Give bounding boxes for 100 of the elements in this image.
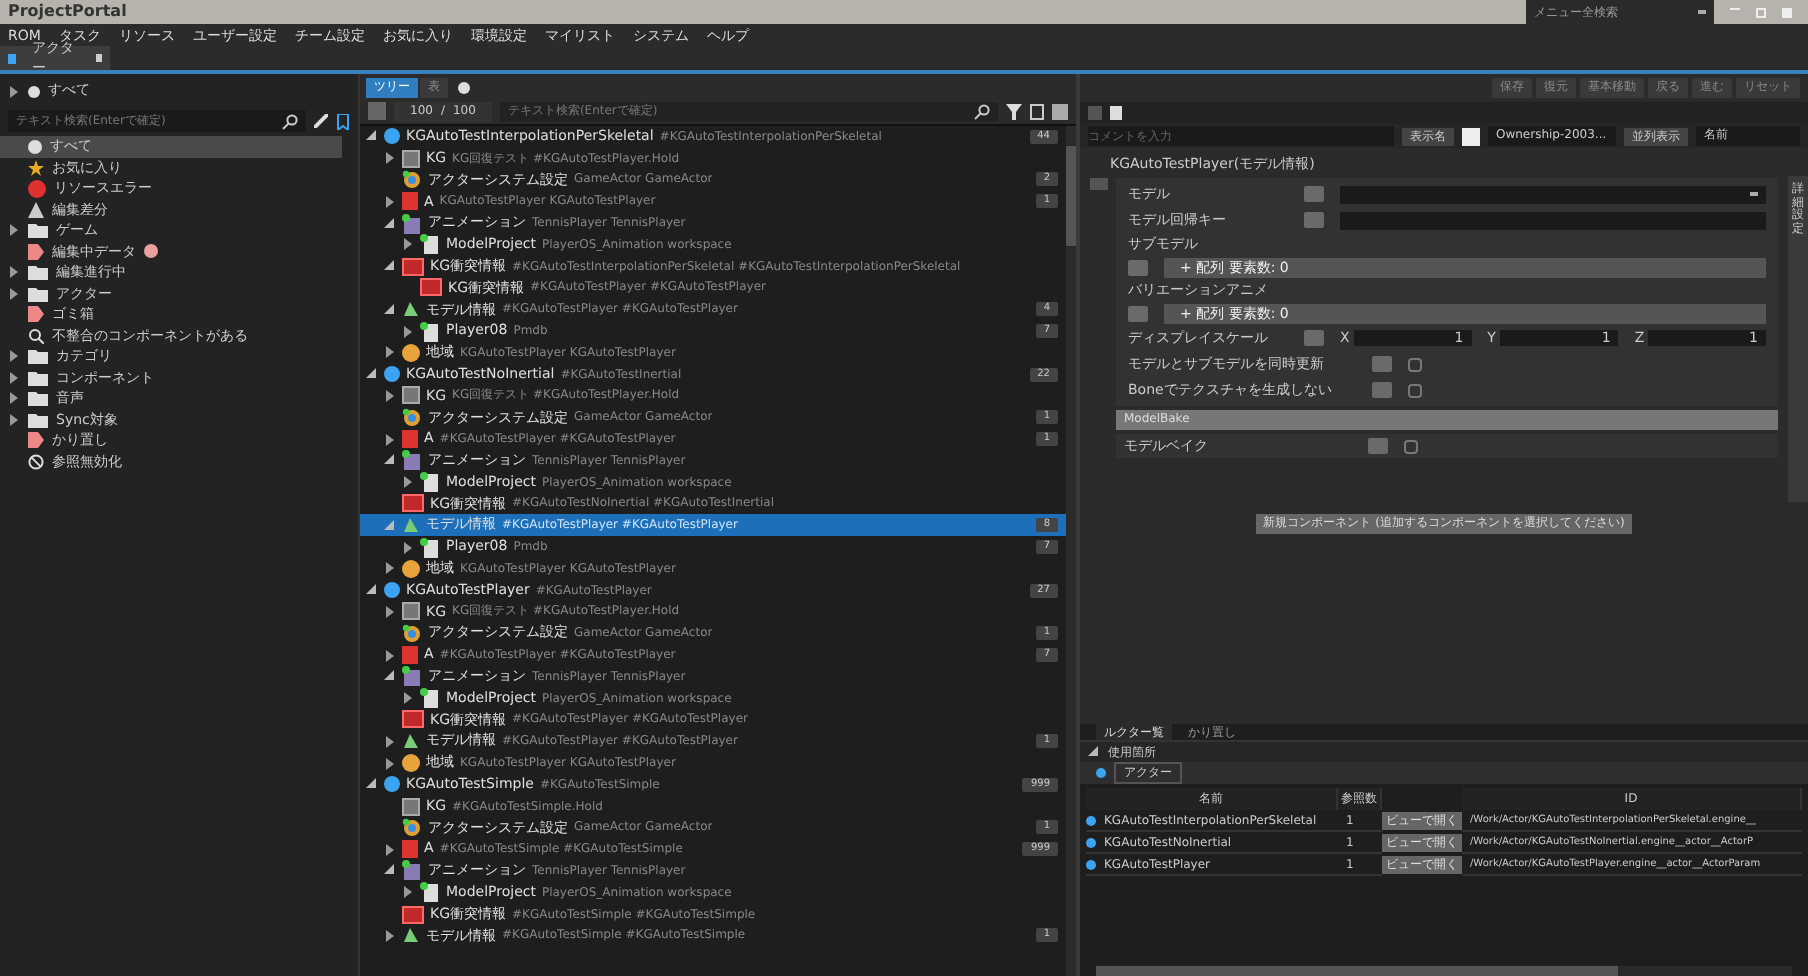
square-icon xyxy=(402,192,418,211)
animation-icon xyxy=(402,666,422,687)
collision-icon xyxy=(402,494,424,513)
collapsed-arrow-icon[interactable] xyxy=(384,929,396,942)
collapsed-arrow-icon[interactable] xyxy=(402,325,414,338)
collapsed-arrow-icon[interactable] xyxy=(8,266,20,279)
collapsed-arrow-icon[interactable] xyxy=(8,392,20,405)
document-icon xyxy=(420,537,440,558)
collapsed-arrow-icon[interactable] xyxy=(8,287,20,300)
document-icon xyxy=(420,321,440,342)
square-icon xyxy=(402,430,418,449)
animation-icon xyxy=(402,213,422,234)
gear-icon xyxy=(402,817,422,838)
collapsed-arrow-icon[interactable] xyxy=(384,195,396,208)
square-icon xyxy=(402,840,418,859)
expanded-arrow-icon[interactable] xyxy=(366,778,378,791)
folder-icon xyxy=(28,222,48,239)
expanded-arrow-icon[interactable] xyxy=(384,303,396,316)
override-toggle[interactable] xyxy=(1304,330,1324,346)
graph-icon xyxy=(402,797,420,816)
collapsed-arrow-icon[interactable] xyxy=(384,605,396,618)
model-icon xyxy=(402,516,420,535)
collapsed-arrow-icon[interactable] xyxy=(8,350,20,363)
filter-icon[interactable] xyxy=(1006,103,1022,119)
document-icon xyxy=(420,472,440,493)
document-icon xyxy=(420,234,440,255)
graph-icon xyxy=(402,386,420,405)
collapsed-arrow-icon[interactable] xyxy=(384,152,396,165)
collapsed-arrow-icon[interactable] xyxy=(384,649,396,662)
model-icon xyxy=(402,300,420,319)
window-title: ProjectPortal xyxy=(6,0,127,24)
collapsed-arrow-icon[interactable] xyxy=(402,886,414,899)
square-icon xyxy=(402,646,418,665)
override-toggle[interactable] xyxy=(1368,438,1388,454)
search-icon xyxy=(28,327,44,344)
graph-icon xyxy=(402,602,420,621)
collapsed-arrow-icon[interactable] xyxy=(8,224,20,237)
collapsed-arrow-icon[interactable] xyxy=(8,413,20,426)
triangle-icon xyxy=(28,201,44,218)
globe-icon xyxy=(402,559,420,578)
expanded-arrow-icon[interactable] xyxy=(366,368,378,381)
expanded-arrow-icon[interactable] xyxy=(384,217,396,230)
search-icon[interactable] xyxy=(282,113,298,129)
tag-icon xyxy=(28,243,44,260)
gear-icon xyxy=(402,169,422,190)
globe-icon xyxy=(402,754,420,772)
collapsed-arrow-icon[interactable] xyxy=(8,85,20,97)
expanded-arrow-icon[interactable] xyxy=(1088,746,1100,758)
caret-icon xyxy=(1750,192,1758,196)
ban-icon xyxy=(28,453,44,470)
tag-icon xyxy=(28,432,44,449)
export-icon[interactable] xyxy=(1030,103,1044,119)
gear-icon xyxy=(402,407,422,428)
expanded-arrow-icon[interactable] xyxy=(366,130,378,143)
expanded-arrow-icon[interactable] xyxy=(384,670,396,683)
collapsed-arrow-icon[interactable] xyxy=(384,346,396,359)
scrollbar[interactable] xyxy=(1096,966,1792,976)
gear-icon xyxy=(402,623,422,644)
input-field[interactable] xyxy=(1340,211,1766,229)
collapsed-arrow-icon[interactable] xyxy=(402,541,414,554)
collapsed-arrow-icon[interactable] xyxy=(384,562,396,575)
collapsed-arrow-icon[interactable] xyxy=(384,843,396,856)
checkbox[interactable] xyxy=(1408,357,1422,371)
collision-icon xyxy=(420,278,442,297)
bookmark-icon[interactable] xyxy=(336,113,350,129)
tag-icon xyxy=(28,306,44,323)
collision-icon xyxy=(402,710,424,729)
animation-icon xyxy=(402,860,422,881)
override-toggle[interactable] xyxy=(1128,259,1148,275)
collapsed-arrow-icon[interactable] xyxy=(384,389,396,402)
square-icon xyxy=(8,53,17,63)
collapsed-arrow-icon[interactable] xyxy=(402,238,414,251)
collapsed-arrow-icon[interactable] xyxy=(384,757,396,769)
graph-icon xyxy=(402,149,420,168)
expanded-arrow-icon[interactable] xyxy=(384,864,396,877)
override-toggle[interactable] xyxy=(1128,305,1148,321)
caret-icon xyxy=(1698,10,1706,14)
collision-icon xyxy=(402,905,424,924)
collapsed-arrow-icon[interactable] xyxy=(384,735,396,748)
collapsed-arrow-icon[interactable] xyxy=(384,433,396,446)
collapsed-arrow-icon[interactable] xyxy=(402,476,414,489)
collapsed-arrow-icon[interactable] xyxy=(402,692,414,705)
animation-icon xyxy=(402,450,422,471)
model-icon xyxy=(402,732,420,751)
model-icon xyxy=(402,926,420,945)
search-icon[interactable] xyxy=(974,103,990,119)
panel-icon[interactable] xyxy=(1052,103,1068,119)
globe-icon xyxy=(402,343,420,362)
star-icon xyxy=(28,159,44,176)
dropdown-field[interactable] xyxy=(1340,185,1766,203)
checkbox[interactable] xyxy=(1408,383,1422,397)
expanded-arrow-icon[interactable] xyxy=(384,260,396,273)
collapsed-arrow-icon[interactable] xyxy=(8,371,20,384)
checkbox[interactable] xyxy=(1404,439,1418,453)
document-icon xyxy=(420,688,440,709)
error-icon xyxy=(28,179,46,198)
document-icon xyxy=(420,882,440,903)
expanded-arrow-icon[interactable] xyxy=(384,454,396,467)
scrollbar[interactable] xyxy=(1066,126,1076,976)
expanded-arrow-icon[interactable] xyxy=(366,584,378,597)
